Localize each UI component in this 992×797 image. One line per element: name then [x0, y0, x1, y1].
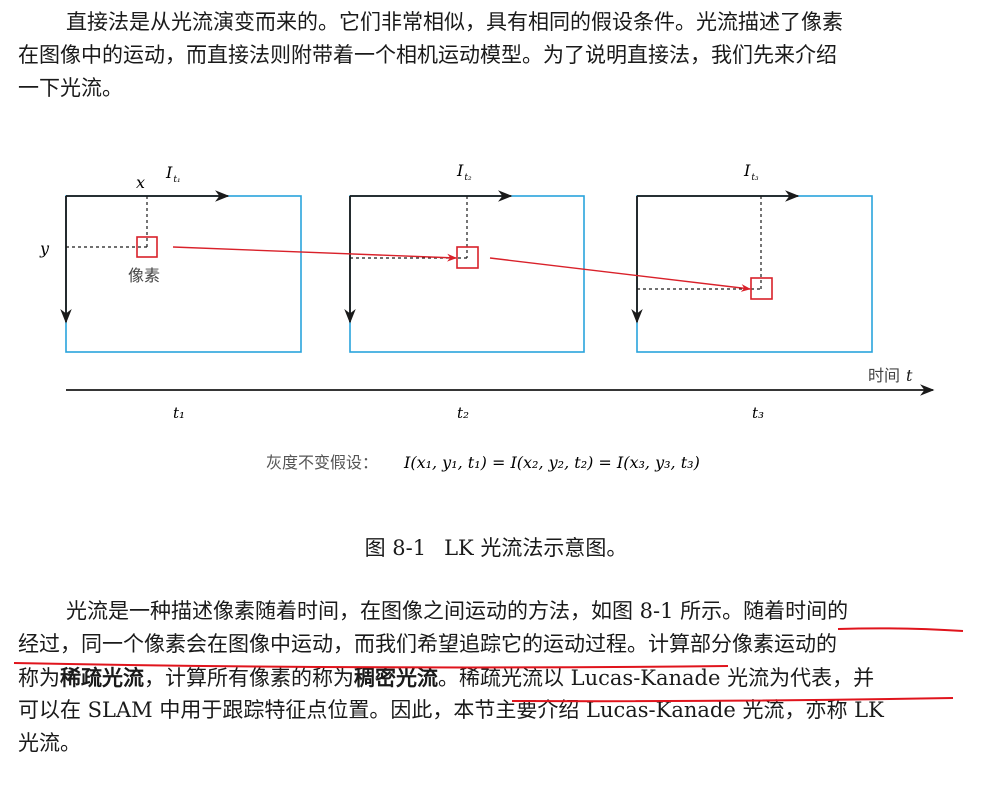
- time-tick-1: t₁: [173, 404, 185, 422]
- assumption: 灰度不变假设： I(x₁, y₁, t₁) = I(x₂, y₂, t₂) = …: [266, 453, 700, 472]
- intro-line-2: 在图像中的运动，而直接法则附带着一个相机运动模型。为了说明直接法，我们先来介绍: [18, 43, 837, 67]
- motion-arrow-2: [489, 257, 751, 292]
- frame-2-label: It₂: [456, 161, 472, 183]
- frame-3-border: [636, 195, 873, 353]
- frame-3-label: It₃: [743, 161, 759, 183]
- intro-paragraph: 直接法是从光流演变而来的。它们非常相似，具有相同的假设条件。光流描述了像素 在图…: [18, 6, 968, 105]
- frame-1-border: [65, 195, 302, 353]
- body-line-2: 经过，同一个像素会在图像中运动，而我们希望追踪它的运动过程。计算部分像素运动的: [18, 628, 968, 661]
- figure-caption: 图 8-1 LK 光流法示意图。: [0, 533, 992, 563]
- annotated-phrase-3: 稀疏光流以 Lucas-Kanade 光流为代表，并: [459, 666, 875, 690]
- time-axis-label: 时间 t: [868, 366, 913, 385]
- term-sparse-flow: 稀疏光流: [60, 665, 144, 690]
- assumption-formula: I(x₁, y₁, t₁) = I(x₂, y₂, t₂) = I(x₃, y₃…: [403, 453, 700, 472]
- intro-line-3: 一下光流。: [18, 76, 123, 100]
- term-dense-flow: 稠密光流: [354, 665, 438, 690]
- body-line-4: 可以在 SLAM 中用于跟踪特征点位置。因此，本节主要介绍 Lucas-Kana…: [18, 698, 884, 722]
- caption-text: LK 光流法示意图。: [444, 536, 628, 560]
- body-text: 称为: [18, 666, 60, 690]
- frame-1-label: It₁: [165, 163, 181, 185]
- body-line-1: 光流是一种描述像素随着时间，在图像之间运动的方法，如图 8-1 所示。随着时间的: [18, 595, 968, 628]
- frame-1: It₁ x y 像素: [39, 163, 302, 353]
- frame-3: It₃: [631, 161, 873, 353]
- body-line-3: 称为稀疏光流，计算所有像素的称为稠密光流。稀疏光流以 Lucas-Kanade …: [18, 661, 968, 694]
- time-axis: 时间 t t₁ t₂ t₃: [66, 366, 935, 422]
- time-tick-2: t₂: [457, 404, 469, 422]
- body-text: ，计算所有像素的称为: [144, 666, 354, 690]
- frame-2: It₂: [344, 161, 585, 353]
- time-tick-3: t₃: [752, 404, 764, 422]
- annotated-phrase-1: 随着时间的: [743, 599, 849, 623]
- body-text: 计算部分像素运动的: [648, 632, 837, 656]
- x-axis-label: x: [136, 173, 145, 192]
- body-text: 光流是一种描述像素随着时间，在图像之间运动的方法，如图 8-1 所示。: [66, 599, 744, 623]
- body-paragraph: 光流是一种描述像素随着时间，在图像之间运动的方法，如图 8-1 所示。随着时间的…: [18, 595, 968, 760]
- annotated-phrase-2: 经过，同一个像素会在图像中运动，而我们希望追踪它的运动过程。: [18, 632, 648, 656]
- body-line-5: 光流。: [18, 731, 81, 755]
- intro-line-1: 直接法是从光流演变而来的。它们非常相似，具有相同的假设条件。光流描述了像素: [66, 10, 843, 34]
- pixel-label: 像素: [128, 266, 160, 285]
- body-text: 。: [438, 666, 459, 690]
- lk-optical-flow-figure: It₁ x y 像素 It₂ It₃ 时间 t t₁ t₂ t₃ 灰度不变假设：…: [39, 161, 935, 472]
- frame-2-border: [349, 195, 585, 353]
- assumption-label: 灰度不变假设：: [266, 453, 378, 472]
- y-axis-label: y: [39, 239, 50, 258]
- motion-arrow-1: [172, 246, 457, 262]
- figure-number: 图 8-1: [364, 536, 427, 560]
